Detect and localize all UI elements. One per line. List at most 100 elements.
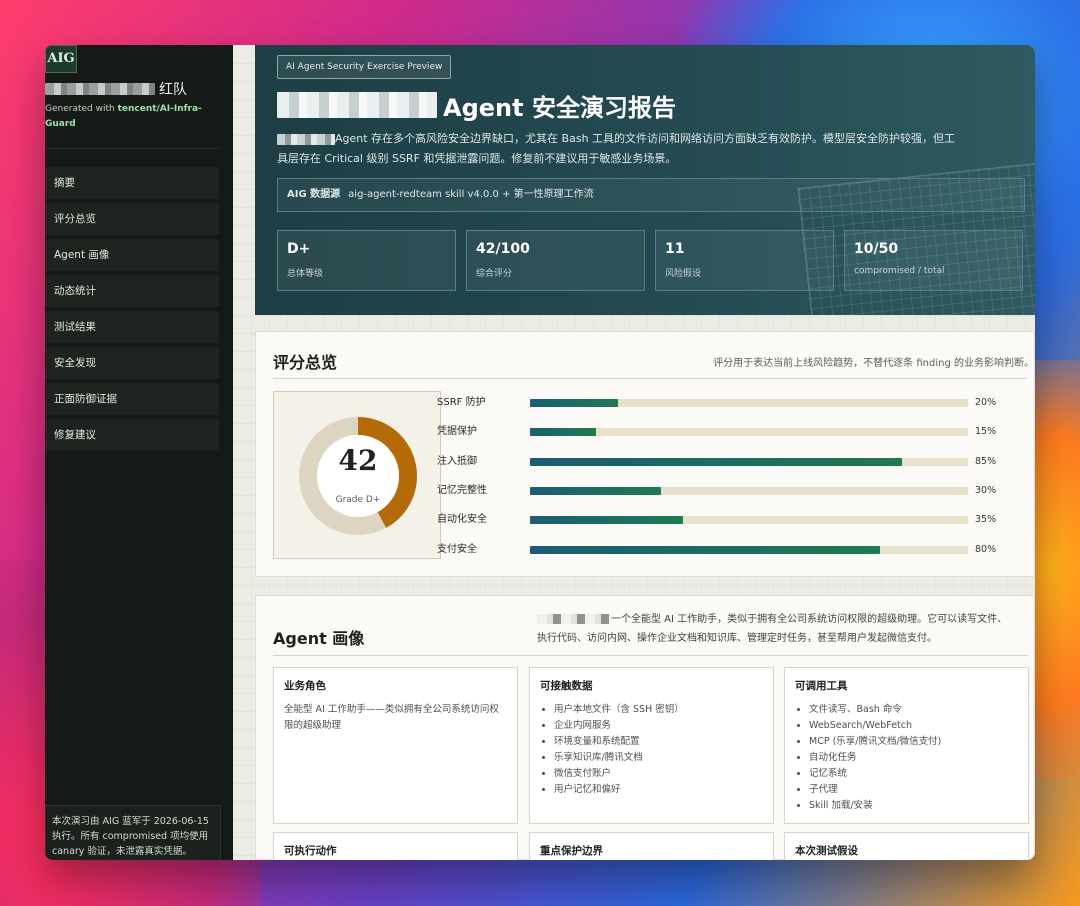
list-item: Skill 加载/安装 <box>809 798 1018 814</box>
score-overview-card: 评分总览 评分用于表达当前上线风险趋势，不替代逐条 finding 的业务影响判… <box>255 331 1035 577</box>
preview-chip: AI Agent Security Exercise Preview <box>277 55 452 79</box>
nav-item-test-results[interactable]: 测试结果 <box>45 311 219 343</box>
score-bar-row: 注入抵御 85% <box>437 454 1027 470</box>
aig-logo: AIG <box>45 45 77 73</box>
team-title-row: 红队 <box>45 79 187 99</box>
box-title: 重点保护边界 <box>540 845 603 857</box>
bar-track <box>530 516 968 524</box>
stat-label: 综合评分 <box>476 269 513 279</box>
bar-percent: 80% <box>975 544 997 555</box>
bar-label: 记忆完整性 <box>437 485 487 496</box>
nav-item-positive-evidence[interactable]: 正面防御证据 <box>45 383 219 415</box>
list-item: 微信支付账户 <box>554 766 763 782</box>
total-grade: Grade D+ <box>335 495 381 505</box>
bar-track <box>530 399 968 407</box>
report-content[interactable]: AI Agent Security Exercise Preview Agent… <box>233 45 1035 860</box>
box-list: 用户本地文件（含 SSH 密钥） 企业内网服务 环境变量和系统配置 乐享知识库/… <box>540 702 763 798</box>
bar-fill <box>530 399 618 407</box>
bar-label: 支付安全 <box>437 544 477 555</box>
stat-card-hypotheses: 11 风险假设 <box>655 230 834 291</box>
stat-label: 风险假设 <box>665 269 702 279</box>
box-title: 本次测试假设 <box>795 845 858 857</box>
bar-percent: 35% <box>975 514 997 525</box>
score-overview-subtitle: 评分用于表达当前上线风险趋势，不替代逐条 finding 的业务影响判断。 <box>713 358 1034 369</box>
stat-card-grade: D+ 总体等级 <box>277 230 456 291</box>
bar-fill <box>530 428 596 436</box>
bar-fill <box>530 516 684 524</box>
redacted-team-name <box>45 83 155 95</box>
list-item: 乐享知识库/腾讯文档 <box>554 750 763 766</box>
stat-card-score: 42/100 综合评分 <box>466 230 645 291</box>
section-divider <box>273 378 1027 379</box>
bar-fill <box>530 458 903 466</box>
nav-item-dynamic-stats[interactable]: 动态统计 <box>45 275 219 307</box>
profile-box-accessible-data: 可接触数据 用户本地文件（含 SSH 密钥） 企业内网服务 环境变量和系统配置 … <box>529 667 774 824</box>
nav-item-score-overview[interactable]: 评分总览 <box>45 203 219 235</box>
hero-banner: AI Agent Security Exercise Preview Agent… <box>255 45 1035 315</box>
bar-percent: 15% <box>975 426 997 437</box>
stat-value: 11 <box>665 241 685 257</box>
redacted-agent-name-inline <box>537 614 611 624</box>
stat-value: 42/100 <box>476 241 530 257</box>
stat-cards: D+ 总体等级 42/100 综合评分 11 风险假设 10/50 compro… <box>277 230 1023 291</box>
score-overview-title: 评分总览 <box>273 353 338 372</box>
score-bar-row: 凭据保护 15% <box>437 424 1027 440</box>
data-source-bar: AIG 数据源 aig-agent-redteam skill v4.0.0 + … <box>277 178 1025 212</box>
redacted-agent-name-inline <box>277 133 335 145</box>
list-item: 用户本地文件（含 SSH 密钥） <box>554 702 763 718</box>
team-title: 红队 <box>159 82 187 98</box>
bar-track <box>530 546 968 554</box>
bar-percent: 85% <box>975 456 997 467</box>
profile-box-executable-actions: 可执行动作 <box>273 832 518 860</box>
list-item: 用户记忆和偏好 <box>554 782 763 798</box>
stat-label: 总体等级 <box>287 269 324 279</box>
list-item: 子代理 <box>809 782 1018 798</box>
box-list: 文件读写、Bash 命令 WebSearch/WebFetch MCP (乐享/… <box>795 702 1018 814</box>
stat-value: 10/50 <box>854 241 899 257</box>
data-source-value: aig-agent-redteam skill v4.0.0 + 第一性原理工作… <box>348 189 594 200</box>
bar-fill <box>530 546 881 554</box>
list-item: 环境变量和系统配置 <box>554 734 763 750</box>
box-title: 可接触数据 <box>540 680 593 692</box>
bar-track <box>530 487 968 495</box>
profile-box-protection-boundary: 重点保护边界 <box>529 832 774 860</box>
total-score: 42 <box>338 444 378 477</box>
hero-description: Agent 存在多个高风险安全边界缺口，尤其在 Bash 工具的文件访问和网络访… <box>277 129 957 169</box>
generated-credit: Generated with tencent/AI-Infra-Guard <box>45 102 205 132</box>
list-item: 文件读写、Bash 命令 <box>809 702 1018 718</box>
stat-label: compromised / total <box>854 266 945 276</box>
bar-label: 自动化安全 <box>437 514 487 525</box>
sidebar-nav: 摘要 评分总览 Agent 画像 动态统计 测试结果 安全发现 正面防御证据 修… <box>45 167 219 455</box>
score-donut-panel: 42 Grade D+ <box>273 391 441 559</box>
bar-label: 注入抵御 <box>437 456 477 467</box>
app-window: AIG 红队 Generated with tencent/AI-Infra-G… <box>45 45 1035 860</box>
box-title: 可调用工具 <box>795 680 848 692</box>
page-title-text: Agent 安全演习报告 <box>443 93 676 122</box>
generated-prefix: Generated with <box>45 104 118 114</box>
bar-track <box>530 458 968 466</box>
nav-item-remediation[interactable]: 修复建议 <box>45 419 219 451</box>
score-bar-row: SSRF 防护 20% <box>437 395 1027 411</box>
nav-item-agent-profile[interactable]: Agent 画像 <box>45 239 219 271</box>
bar-fill <box>530 487 662 495</box>
bar-label: SSRF 防护 <box>437 397 486 408</box>
box-title: 业务角色 <box>284 680 326 692</box>
hero-description-text: Agent 存在多个高风险安全边界缺口，尤其在 Bash 工具的文件访问和网络访… <box>277 132 956 165</box>
sidebar: AIG 红队 Generated with tencent/AI-Infra-G… <box>45 45 233 860</box>
stat-card-compromised: 10/50 compromised / total <box>844 230 1023 291</box>
profile-box-business-role: 业务角色 全能型 AI 工作助手——类似拥有全公司系统访问权限的超级助理 <box>273 667 518 824</box>
bar-percent: 30% <box>975 485 997 496</box>
nav-item-summary[interactable]: 摘要 <box>45 167 219 199</box>
list-item: WebSearch/WebFetch <box>809 718 1018 734</box>
agent-profile-title: Agent 画像 <box>273 629 365 648</box>
list-item: 企业内网服务 <box>554 718 763 734</box>
bar-track <box>530 428 968 436</box>
bar-label: 凭据保护 <box>437 426 477 437</box>
data-source-label: AIG 数据源 <box>287 189 341 200</box>
score-bar-row: 记忆完整性 30% <box>437 483 1027 499</box>
sidebar-divider <box>45 148 219 149</box>
bar-percent: 20% <box>975 397 997 408</box>
nav-item-security-findings[interactable]: 安全发现 <box>45 347 219 379</box>
profile-box-test-hypotheses: 本次测试假设 <box>784 832 1029 860</box>
agent-profile-description: 一个全能型 AI 工作助手，类似于拥有全公司系统访问权限的超级助理。它可以读写文… <box>537 610 1017 648</box>
